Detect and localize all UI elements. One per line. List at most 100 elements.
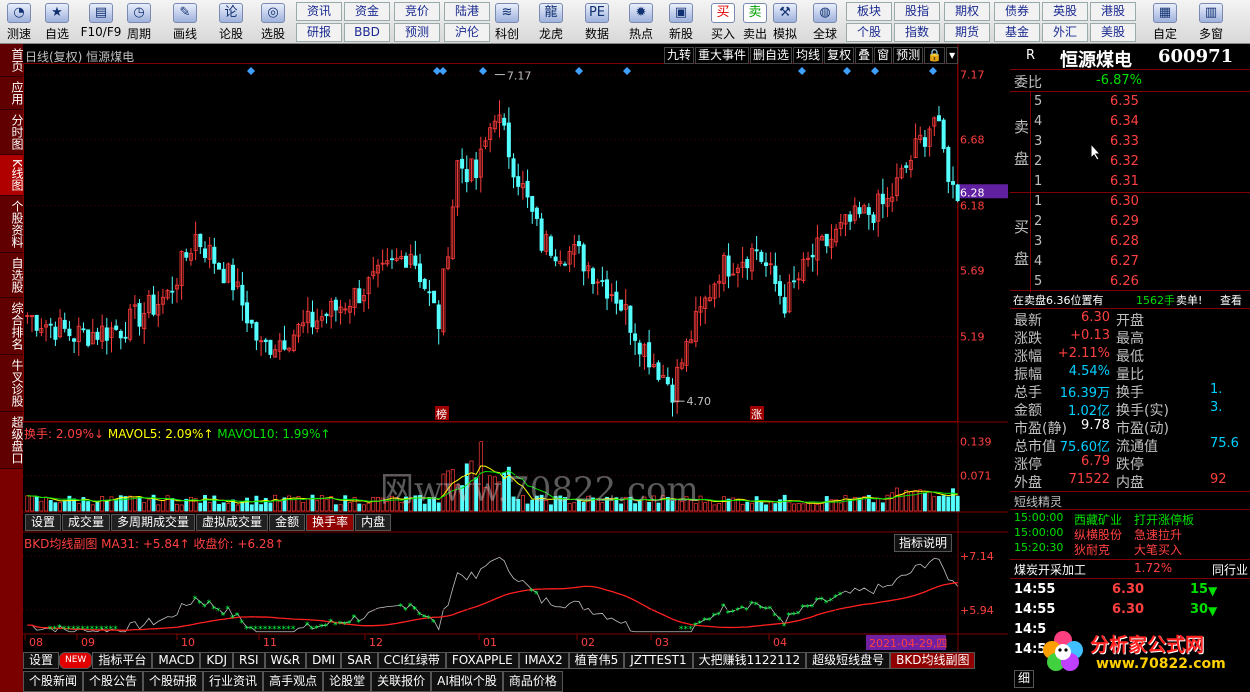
- toolbar-button-pencil[interactable]: ✎ 画线: [166, 0, 204, 43]
- toolbar-button-f10[interactable]: ▤ F10/F9: [78, 0, 124, 43]
- indicator-tab[interactable]: 大把赚钱1122112: [692, 652, 807, 669]
- quick-link-top[interactable]: 资金: [344, 2, 390, 21]
- toolbar-button-speedometer[interactable]: ◔ 测速: [0, 0, 38, 43]
- volume-tab[interactable]: 换手率: [306, 514, 355, 531]
- toolbar-button-newstock[interactable]: ▣ 新股: [662, 0, 700, 43]
- sidebar-item[interactable]: 分时图: [0, 110, 23, 155]
- volume-tab[interactable]: 成交量: [62, 514, 111, 531]
- indicator-tab[interactable]: FOXAPPLE: [445, 652, 519, 669]
- indicator-tab[interactable]: RSI: [233, 652, 265, 669]
- chart-menu-item[interactable]: 重大事件: [695, 47, 750, 64]
- info-tab[interactable]: 商品价格: [502, 671, 563, 692]
- detail-tab[interactable]: 细: [1014, 670, 1035, 688]
- quick-link-top[interactable]: 陆港: [444, 2, 490, 21]
- toolbar-button-chart-search[interactable]: ◎ 选股: [254, 0, 292, 43]
- info-tab[interactable]: AI相似个股: [431, 671, 503, 692]
- chart-menu-item[interactable]: ▾: [946, 47, 959, 64]
- indicator-tab[interactable]: 指标平台: [92, 652, 153, 669]
- chart-menu-item[interactable]: 均线: [793, 47, 824, 64]
- event-diamond-icon[interactable]: [843, 67, 851, 75]
- quick-link-bottom[interactable]: BBD: [344, 23, 390, 42]
- sidebar-item[interactable]: 个股资料: [0, 195, 23, 253]
- chart-menu-item[interactable]: 🔒: [924, 47, 946, 64]
- quick-link-top[interactable]: 板块: [846, 2, 892, 21]
- toolbar-button-star[interactable]: ★ 自选: [38, 0, 76, 43]
- quick-link-bottom[interactable]: 基金: [994, 23, 1040, 42]
- indicator-tab[interactable]: 植育伟5: [568, 652, 625, 669]
- quick-link-bottom[interactable]: 指数: [894, 23, 940, 42]
- quick-link-top[interactable]: 期权: [944, 2, 990, 21]
- info-tab[interactable]: 关联报价: [371, 671, 432, 692]
- quick-link-top[interactable]: 股指: [894, 2, 940, 21]
- indicator-tab[interactable]: CCI红绿带: [377, 652, 446, 669]
- event-diamond-icon[interactable]: [929, 67, 937, 75]
- kline-chart[interactable]: 7.17 6.68 6.286.18 5.69 5.19 7.17 4.70 榜 涨 0.139 0…: [23, 44, 1008, 654]
- chart-area[interactable]: 7.17 6.68 6.28 6.18 5.69 5.19 7.17 4.70 榜 涨 0.139 0…: [23, 44, 1008, 654]
- info-tab[interactable]: 个股研报: [143, 671, 204, 692]
- volume-tab[interactable]: 多周期成交量: [111, 514, 196, 531]
- toolbar-button-multiwindow[interactable]: ▥ 多窗: [1192, 0, 1230, 43]
- sidebar-item[interactable]: 自选股: [0, 252, 23, 298]
- quick-link-bottom[interactable]: 外汇: [1042, 23, 1088, 42]
- industry-link[interactable]: 同行业: [1212, 561, 1248, 579]
- indicator-tab[interactable]: SAR: [341, 652, 378, 669]
- quick-link-top[interactable]: 资讯: [296, 2, 342, 21]
- quick-link-bottom[interactable]: 预测: [394, 23, 440, 42]
- quick-link-bottom[interactable]: 沪伦: [444, 23, 490, 42]
- indicator-tab[interactable]: IMAX2: [518, 652, 569, 669]
- quick-link-bottom[interactable]: 研报: [296, 23, 342, 42]
- info-tab[interactable]: 行业资讯: [203, 671, 264, 692]
- quick-link-bottom[interactable]: 期货: [944, 23, 990, 42]
- sidebar-item[interactable]: 首页: [0, 44, 23, 77]
- indicator-tab[interactable]: MACD: [152, 652, 201, 669]
- toolbar-button-custom[interactable]: ▦ 自定: [1146, 0, 1184, 43]
- sidebar-item[interactable]: K线图: [0, 155, 23, 196]
- indicator-tab[interactable]: JZTTEST1: [624, 652, 693, 669]
- event-diamond-icon[interactable]: [623, 67, 631, 75]
- indicator-tab[interactable]: 超级短线盘号: [806, 652, 891, 669]
- quick-link-top[interactable]: 竞价: [394, 2, 440, 21]
- quick-link-bottom[interactable]: 个股: [846, 23, 892, 42]
- toolbar-button-hammer[interactable]: ⚒ 模拟: [766, 0, 804, 43]
- toolbar-button-hot[interactable]: ✹ 热点: [622, 0, 660, 43]
- chart-menu-item[interactable]: 删自选: [750, 47, 793, 64]
- indicator-tab[interactable]: W&R: [264, 652, 307, 669]
- indicator-tab[interactable]: KDJ: [200, 652, 233, 669]
- sidebar-item[interactable]: 综合排名: [0, 297, 23, 355]
- chart-menu-item[interactable]: 九转: [664, 47, 695, 64]
- volume-tab[interactable]: 设置: [25, 514, 62, 531]
- toolbar-button-discuss[interactable]: 论论股: [212, 0, 250, 43]
- indicator-tab[interactable]: DMI: [306, 652, 342, 669]
- sidebar-item[interactable]: 超级盘口: [0, 411, 23, 469]
- indicator-tab[interactable]: BKD均线副图: [890, 652, 976, 669]
- indicator-tab[interactable]: 设置: [23, 652, 60, 669]
- quick-link-bottom[interactable]: 美股: [1090, 23, 1136, 42]
- info-tab[interactable]: 论股堂: [323, 671, 372, 692]
- volume-tab[interactable]: 虚拟成交量: [196, 514, 269, 531]
- event-diamond-icon[interactable]: [479, 67, 487, 75]
- chart-menu-item[interactable]: 复权: [824, 47, 855, 64]
- event-diamond-icon[interactable]: [798, 67, 806, 75]
- info-tab[interactable]: 高手观点: [263, 671, 324, 692]
- info-tab[interactable]: 个股公告: [83, 671, 144, 692]
- info-tab[interactable]: 个股新闻: [23, 671, 84, 692]
- toolbar-button-pe[interactable]: PE 数据: [578, 0, 616, 43]
- indicator-help-button[interactable]: 指标说明: [894, 534, 953, 552]
- event-diamond-icon[interactable]: [871, 67, 879, 75]
- event-diamond-icon[interactable]: [439, 67, 447, 75]
- volume-tab[interactable]: 内盘: [355, 514, 392, 531]
- event-diamond-icon[interactable]: [575, 67, 583, 75]
- chart-menu-item[interactable]: 窗: [874, 47, 893, 64]
- chart-menu-item[interactable]: 叠: [855, 47, 874, 64]
- quick-link-top[interactable]: 债券: [994, 2, 1040, 21]
- toolbar-button-globe[interactable]: ◍ 全球: [806, 0, 844, 43]
- volume-tab[interactable]: 金额: [269, 514, 306, 531]
- chart-menu-item[interactable]: 预测: [893, 47, 924, 64]
- toolbar-button-dragon[interactable]: 龍龙虎: [532, 0, 570, 43]
- quick-link-top[interactable]: 港股: [1090, 2, 1136, 21]
- sidebar-item[interactable]: 应用: [0, 77, 23, 110]
- quick-link-top[interactable]: 英股: [1042, 2, 1088, 21]
- toolbar-button-clock[interactable]: ◷ 周期: [120, 0, 158, 43]
- event-diamond-icon[interactable]: [247, 67, 255, 75]
- toolbar-button-kechuang[interactable]: ≋ 科创: [488, 0, 526, 43]
